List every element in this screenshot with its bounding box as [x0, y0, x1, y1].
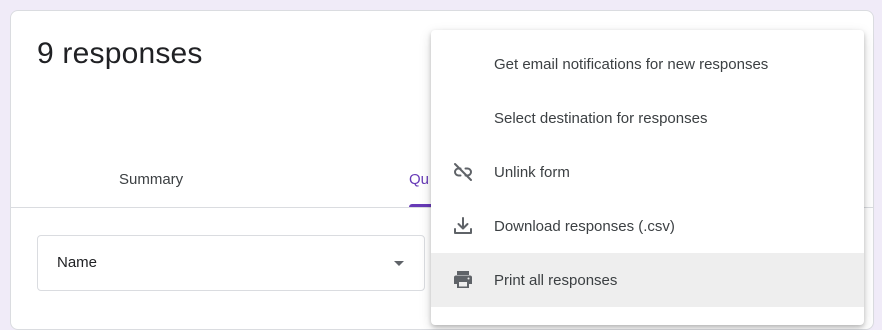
menu-item-label: Download responses (.csv) [494, 217, 675, 235]
responses-more-menu: Get email notifications for new response… [431, 30, 864, 325]
tab-summary[interactable]: Summary [119, 171, 183, 188]
menu-item-label: Get email notifications for new response… [494, 55, 769, 73]
menu-item-label: Unlink form [494, 163, 570, 181]
menu-item-email-notifications[interactable]: Get email notifications for new response… [431, 37, 864, 91]
menu-item-unlink-form[interactable]: Unlink form [431, 145, 864, 199]
dropdown-arrow-icon [394, 261, 404, 266]
print-icon [451, 268, 475, 292]
question-select[interactable]: Name [37, 235, 425, 291]
download-icon [451, 214, 475, 238]
menu-item-download-csv[interactable]: Download responses (.csv) [431, 199, 864, 253]
tab-question[interactable]: Qu [409, 171, 429, 188]
menu-item-label: Select destination for responses [494, 109, 708, 127]
unlink-icon [451, 160, 475, 184]
menu-item-select-destination[interactable]: Select destination for responses [431, 91, 864, 145]
responses-count-title: 9 responses [37, 37, 203, 70]
question-select-value: Name [57, 254, 98, 271]
menu-item-print-all[interactable]: Print all responses [431, 253, 864, 307]
menu-item-label: Print all responses [494, 271, 618, 289]
